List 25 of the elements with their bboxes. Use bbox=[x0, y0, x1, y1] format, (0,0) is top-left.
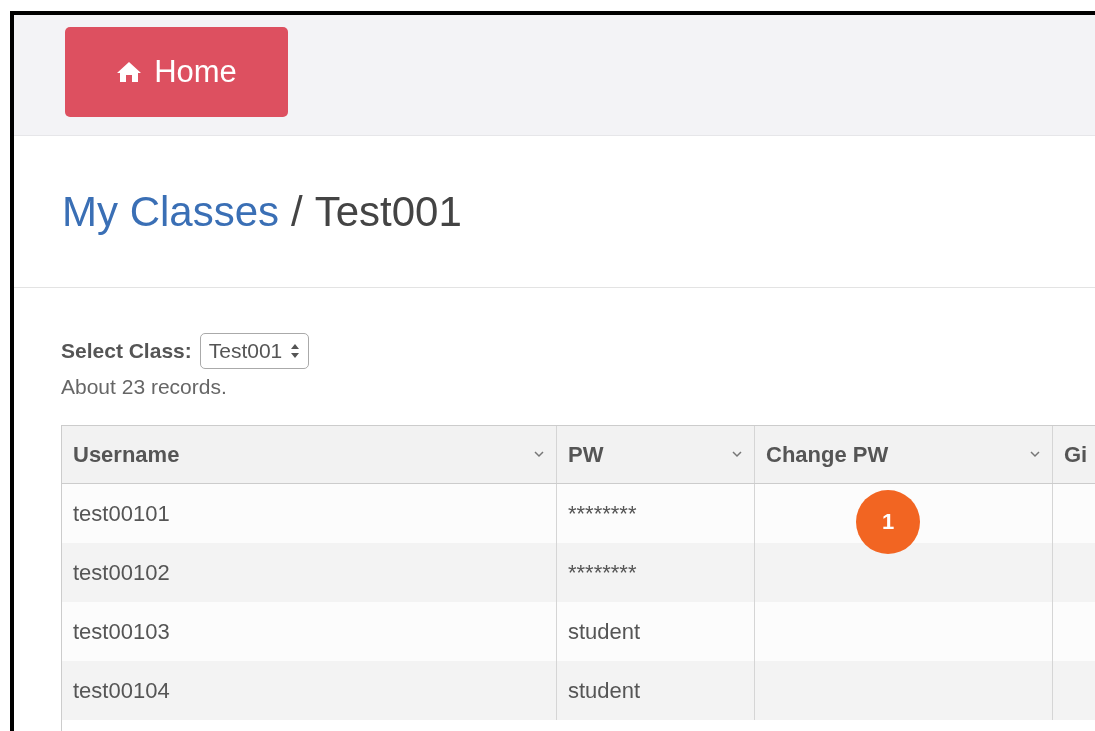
column-header[interactable]: Change PW bbox=[755, 425, 1053, 483]
home-icon bbox=[116, 61, 143, 83]
table-cell-text: student bbox=[568, 676, 641, 705]
chevron-down-icon bbox=[731, 450, 743, 458]
table-cell-text: test00101 bbox=[73, 499, 170, 528]
updown-icon bbox=[290, 343, 301, 359]
record-count: About 23 records. bbox=[60, 374, 228, 400]
table-cell-text: test00103 bbox=[73, 617, 170, 646]
table-cell-text: ******** bbox=[568, 558, 637, 587]
column-header[interactable]: Username bbox=[62, 425, 557, 483]
page-title: Test001 bbox=[314, 187, 462, 237]
table-cell-text: ******** bbox=[568, 499, 637, 528]
chevron-down-icon bbox=[533, 450, 545, 458]
callout-badge: 1 bbox=[856, 489, 920, 554]
table-cell-text: student bbox=[568, 617, 641, 646]
select-class-label: Select Class: bbox=[61, 338, 192, 365]
column-header[interactable]: PW bbox=[557, 425, 755, 483]
table-cell-text: test00104 bbox=[73, 676, 170, 705]
breadcrumb-link[interactable]: My Classes bbox=[62, 180, 280, 243]
home-button[interactable]: Home bbox=[65, 27, 288, 117]
breadcrumb-separator: / bbox=[291, 187, 303, 237]
column-header[interactable]: Gi bbox=[1053, 425, 1095, 483]
table-cell-text: test00102 bbox=[73, 558, 170, 587]
chevron-down-icon bbox=[1029, 450, 1041, 458]
class-select[interactable]: Test001 bbox=[199, 333, 310, 369]
